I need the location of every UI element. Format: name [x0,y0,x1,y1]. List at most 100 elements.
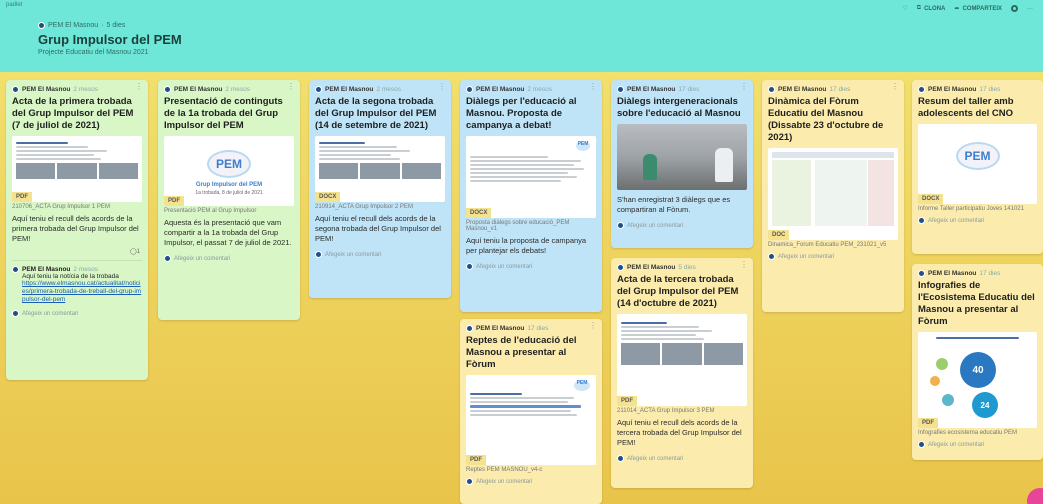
attachment-thumbnail[interactable]: 40 24 PDF [918,332,1037,428]
post-title: Diàlegs intergeneracionals sobre l'educa… [617,96,741,119]
post-time: 2 mesos [527,86,552,93]
post-card-acta-2[interactable]: PEM El Masnou 2 mesos ⋮ Acta de la segon… [309,80,451,298]
pem-logo: PEM [576,141,590,151]
post-card-presentacio[interactable]: PEM El Masnou 2 mesos ⋮ Presentació de c… [158,80,300,320]
file-type-badge: DOCX [466,208,492,218]
video-thumbnail[interactable] [617,124,747,190]
attachment-name[interactable]: Proposta diàlegs sobre educació_PEM Masn… [460,218,602,234]
more-options-icon[interactable]: ⋮ [135,83,143,91]
file-type-badge: PDF [918,418,938,428]
add-comment-button[interactable]: Afegeix un comentari [460,260,602,276]
add-comment-button[interactable]: Afegeix un comentari [611,219,753,235]
post-title: Resum del taller amb adolescents del CNO [918,96,1014,119]
attachment-name[interactable]: 211014_ACTA Grup Impulsor 3 PEM [611,406,753,416]
attachment-name[interactable]: Reptes PEM MASNOU_v4-c [460,465,602,475]
more-options-icon[interactable]: ⋮ [740,261,748,269]
gear-icon[interactable] [1011,5,1018,12]
post-author: PEM El Masnou [476,325,525,332]
attachment-name[interactable]: 210914_ACTA Grup Impulsor 2 PEM [309,202,451,212]
attachment-name[interactable]: Presentació PEM al Grup Impulsor [158,206,300,216]
file-type-badge: DOC [768,230,790,240]
post-title: Reptes de l'educació del Masnou a presen… [466,335,577,370]
attachment-thumbnail[interactable]: PDF [12,136,142,202]
post-card-infografies[interactable]: PEM El Masnou 17 dies Infografies de l'E… [912,264,1043,460]
post-card-acta-3[interactable]: PEM El Masnou 5 dies ⋮ Acta de la tercer… [611,258,753,488]
post-author: PEM El Masnou [476,86,525,93]
add-post-button[interactable] [1027,488,1043,504]
avatar [12,266,19,273]
comment-time: 2 mesos [73,266,98,273]
post-card-acta-1[interactable]: PEM El Masnou 2 mesos ⋮ Acta de la prime… [6,80,148,380]
add-comment-button[interactable]: Afegeix un comentari [611,452,753,468]
file-type-badge: PDF [617,396,637,406]
post-author: PEM El Masnou [627,264,676,271]
post-author: PEM El Masnou [928,270,977,277]
more-options-icon[interactable]: ⋮ [740,83,748,91]
attachment-thumbnail[interactable]: PEM DOCX [466,136,596,218]
info-number: 40 [960,352,996,388]
add-comment-button[interactable]: Afegeix un comentari [6,307,148,323]
post-author: PEM El Masnou [778,86,827,93]
attachment-thumbnail[interactable]: PEM PDF [466,375,596,465]
post-card-dialegs-intergeneracionals[interactable]: PEM El Masnou 17 dies ⋮ Diàlegs intergen… [611,80,753,248]
more-options-icon[interactable]: ⋮ [589,83,597,91]
attachment-thumbnail[interactable]: PEM DOCX [918,124,1037,204]
add-comment-button[interactable]: Afegeix un comentari [762,250,904,266]
add-comment-button[interactable]: Afegeix un comentari [460,475,602,491]
post-author: PEM El Masnou [627,86,676,93]
add-comment-button[interactable]: Afegeix un comentari [309,248,451,264]
add-comment-button[interactable]: Afegeix un comentari [158,252,300,268]
attachment-name[interactable]: Dinamica_Forum Educatiu PEM_231021_v5 [762,240,904,250]
board-author-name: PEM El Masnou [48,22,99,29]
avatar [466,86,473,93]
top-actions: ♡ ⧉ CLONA ➦ COMPARTEIX ··· [902,5,1033,12]
post-time: 2 mesos [73,86,98,93]
attachment-thumbnail[interactable]: DOC [768,148,898,240]
avatar [617,86,624,93]
attachment-thumbnail[interactable]: DOCX [315,136,445,202]
more-options-icon[interactable]: ⋮ [287,83,295,91]
attachment-thumbnail[interactable]: PDF [617,314,747,406]
board-header: padlet PEM El Masnou · 5 dies Grup Impul… [0,0,1043,72]
add-comment-button[interactable]: Afegeix un comentari [912,214,1043,230]
board-author: PEM El Masnou · 5 dies [38,22,125,29]
post-card-dinamica-forum[interactable]: PEM El Masnou 17 dies ⋮ Dinàmica del Fòr… [762,80,904,312]
avatar [918,86,925,93]
heart-icon[interactable]: ♡ [902,5,907,12]
file-type-badge: PDF [12,192,32,202]
post-card-reptes[interactable]: PEM El Masnou 17 dies ⋮ Reptes de l'educ… [460,319,602,504]
add-comment-button[interactable]: Afegeix un comentari [912,438,1043,454]
post-time: 17 dies [527,325,549,332]
more-options-icon[interactable]: ⋮ [438,83,446,91]
comment-link[interactable]: https://www.elmasnou.cat/actualitat/noti… [22,280,142,304]
post-time: 2 mesos [376,86,401,93]
post-author: PEM El Masnou [174,86,223,93]
more-options-icon[interactable]: ⋮ [589,322,597,330]
comment-count[interactable]: ◯1 [130,248,140,255]
file-type-badge: PDF [164,196,184,206]
avatar [617,222,624,229]
file-type-badge: DOCX [315,192,341,202]
avatar [466,263,473,270]
comment: PEM El Masnou 2 mesos Aquí teniu la notí… [6,263,148,307]
avatar [466,325,473,332]
more-icon[interactable]: ··· [1027,6,1033,12]
avatar [38,22,45,29]
share-button[interactable]: ➦ COMPARTEIX [954,5,1002,13]
attachment-name[interactable]: 210706_ACTA Grup Impulsor 1 PEM [6,202,148,212]
pem-logo: PEM [574,380,590,391]
post-title: Acta de la segona trobada del Grup Impul… [315,96,437,131]
avatar [12,310,19,317]
attachment-name[interactable]: Infografies ecosistema educatiu PEM [912,428,1043,438]
post-card-resum-taller[interactable]: PEM El Masnou 17 dies Resum del taller a… [912,80,1043,254]
post-time: 17 dies [678,86,700,93]
more-options-icon[interactable]: ⋮ [891,83,899,91]
attachment-name[interactable]: Informe Taller participatiu Joves 141021 [912,204,1043,214]
post-title: Presentació de continguts de la 1a troba… [164,96,283,131]
post-card-dialegs[interactable]: PEM El Masnou 2 mesos ⋮ Diàlegs per l'ed… [460,80,602,312]
clone-button[interactable]: ⧉ CLONA [917,5,946,12]
person-figure [715,148,733,182]
attachment-thumbnail[interactable]: PEM Grup Impulsor del PEM 1a trobada, 8 … [164,136,294,206]
avatar [164,255,171,262]
person-figure [643,154,657,180]
